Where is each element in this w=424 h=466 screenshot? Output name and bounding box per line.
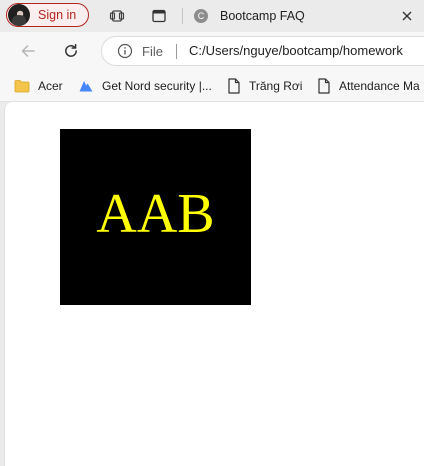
logo-text: AAB [96,183,215,245]
toolbar: File C:/Users/nguye/bootcamp/homework [0,32,424,70]
page-icon [228,78,240,94]
bookmark-label: Attendance Ma [339,79,420,93]
sign-in-button[interactable]: Sign in [6,3,89,27]
info-icon[interactable] [117,43,133,59]
bookmark-label: Acer [38,79,63,93]
address-bar-divider [176,44,177,59]
bookmark-trang-roi[interactable]: Trăng Rơi [227,78,302,94]
address-bar[interactable]: File C:/Users/nguye/bootcamp/homework [101,36,424,66]
tab-strip-divider [182,8,183,24]
reload-button[interactable] [60,40,82,62]
bookmarks-bar: Acer Get Nord security |... Trăng Rơi At… [0,70,424,102]
bookmark-label: Trăng Rơi [249,79,303,93]
bookmark-acer[interactable]: Acer [14,78,63,94]
workspaces-icon[interactable] [108,7,126,25]
sign-in-label: Sign in [38,8,77,22]
tab-bootcamp-faq[interactable]: C Bootcamp FAQ [186,0,424,32]
avatar [8,4,30,26]
back-button[interactable] [17,40,39,62]
nord-icon [79,81,93,92]
bookmark-attendance[interactable]: Attendance Ma [317,78,420,94]
aab-logo: AAB [60,129,251,305]
back-arrow-icon [21,45,35,57]
reload-icon [65,43,77,57]
folder-icon [14,80,30,93]
tab-strip: Sign in C Bootcamp FAQ [0,0,424,32]
vertical-tabs-icon[interactable] [150,7,168,25]
bookmark-nord[interactable]: Get Nord security |... [78,78,212,94]
page-icon [318,78,330,94]
bookmark-label: Get Nord security |... [102,79,212,93]
close-tab-icon[interactable] [399,8,415,24]
url-text[interactable]: C:/Users/nguye/bootcamp/homework [189,43,403,58]
tab-favicon: C [194,9,208,23]
url-scheme-label: File [142,44,163,59]
tab-title: Bootcamp FAQ [220,9,305,23]
page-viewport: AAB [4,102,424,466]
browser-window: Sign in C Bootcamp FAQ File C:/Users/ngu… [0,0,424,466]
